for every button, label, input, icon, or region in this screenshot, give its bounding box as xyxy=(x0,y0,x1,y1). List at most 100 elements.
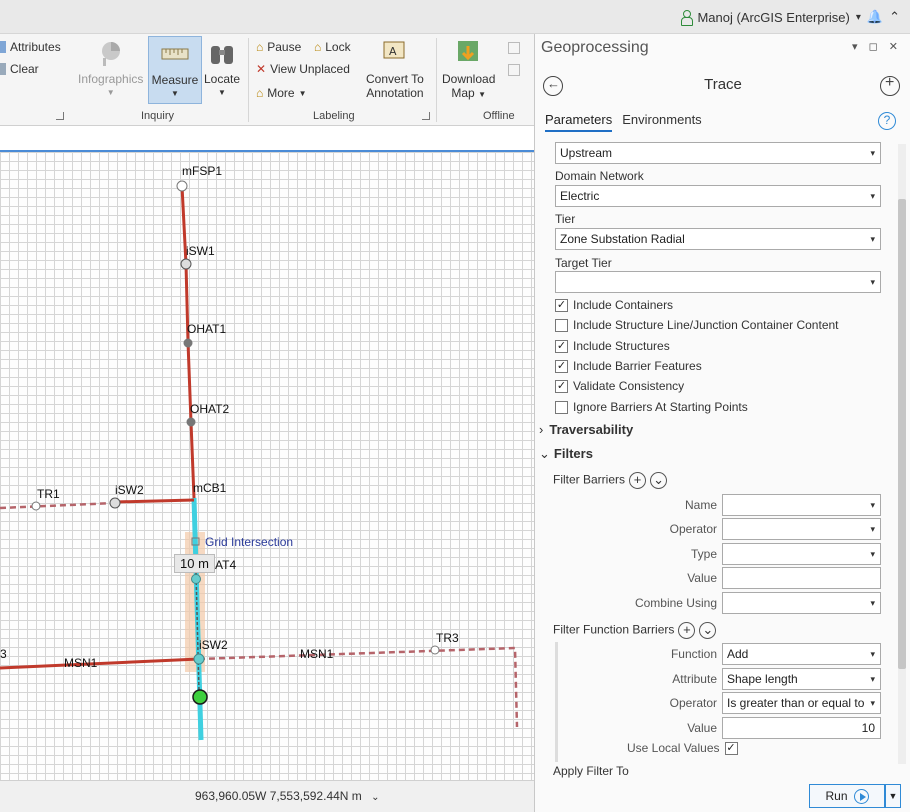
locate-button[interactable]: Locate ▼ xyxy=(204,38,240,100)
user-name[interactable]: Manoj (ArcGIS Enterprise) xyxy=(697,10,849,25)
indent-guide xyxy=(555,642,558,762)
checkbox-checked[interactable]: ✓ xyxy=(555,379,568,393)
include-structure-line-checkbox[interactable]: Include Structure Line/Junction Containe… xyxy=(555,318,839,332)
lock-label: Lock xyxy=(325,40,351,54)
chevron-down-icon: ▾ xyxy=(870,500,875,510)
add-tool-icon[interactable] xyxy=(880,74,900,96)
sync-icon[interactable] xyxy=(508,42,520,54)
include-barrier-features-checkbox[interactable]: ✓ Include Barrier Features xyxy=(555,359,702,373)
dashed-line-tr1 xyxy=(0,501,116,510)
pane-window-controls[interactable]: ▾ ◻ ✕ xyxy=(852,40,902,53)
coordinate-readout[interactable]: 963,960.05W 7,553,592.44N m ⌄ xyxy=(195,789,380,803)
chevron-down-icon: ▾ xyxy=(870,674,875,684)
ffb-operator-label: Operator xyxy=(669,696,717,710)
ffb-function-select[interactable]: Add ▾ xyxy=(722,643,881,665)
checkbox-checked[interactable]: ✓ xyxy=(555,359,568,373)
ignore-barriers-checkbox[interactable]: Ignore Barriers At Starting Points xyxy=(555,400,748,414)
ffb-value-input[interactable]: 10 xyxy=(722,717,881,739)
svg-text:A: A xyxy=(389,45,397,58)
target-tier-select[interactable]: ▾ xyxy=(555,271,881,293)
tab-bar: Parameters Environments xyxy=(545,112,702,132)
download-map-button[interactable]: Download Map ▼ xyxy=(442,38,495,102)
binoculars-icon xyxy=(211,46,234,64)
measure-button[interactable]: Measure ▼ xyxy=(148,36,202,104)
pause-label: Pause xyxy=(267,40,302,54)
fb-operator-label: Operator xyxy=(669,522,717,536)
checkbox-unchecked[interactable] xyxy=(555,318,568,332)
labeling-launcher-icon[interactable] xyxy=(422,112,430,120)
include-structures-checkbox[interactable]: ✓ Include Structures xyxy=(555,339,670,353)
validate-consistency-label: Validate Consistency xyxy=(573,379,685,393)
tier-select[interactable]: Zone Substation Radial ▾ xyxy=(555,228,881,250)
lock-button[interactable]: ⌂ Lock xyxy=(314,40,351,54)
tab-parameters[interactable]: Parameters xyxy=(545,112,613,132)
add-function-barrier-icon[interactable]: + xyxy=(678,622,696,639)
filters-section[interactable]: ⌄ Filters xyxy=(539,446,593,462)
checkbox-checked[interactable]: ✓ xyxy=(555,298,568,312)
user-area[interactable]: Manoj (ArcGIS Enterprise) ▾ 🔔 ⌃ xyxy=(681,9,900,26)
locate-label: Locate xyxy=(204,72,241,86)
label-ohat2: OHAT2 xyxy=(190,402,230,416)
fb-type-select[interactable]: ▾ xyxy=(722,543,881,565)
view-unplaced-button[interactable]: ✕ View Unplaced xyxy=(256,62,350,76)
infographics-icon xyxy=(101,42,120,66)
collapse-ribbon-icon[interactable]: ⌃ xyxy=(889,9,900,25)
user-caret-icon[interactable]: ▾ xyxy=(856,12,861,23)
tier-label: Tier xyxy=(555,212,576,226)
label-msn1-left: MSN1 xyxy=(64,656,98,670)
validate-consistency-checkbox[interactable]: ✓ Validate Consistency xyxy=(555,379,684,393)
ffb-operator-select[interactable]: Is greater than or equal to ▾ xyxy=(722,692,881,714)
run-options-dropdown[interactable]: ▼ xyxy=(885,784,901,808)
label-msn1-right: MSN1 xyxy=(300,647,334,661)
run-button[interactable]: Run xyxy=(809,784,885,808)
remove-offline-icon[interactable] xyxy=(508,64,520,76)
expand-function-barrier-icon[interactable]: ⌄ xyxy=(699,622,717,639)
chevron-down-icon: ▾ xyxy=(870,598,875,608)
download-label-2-wrap: Map ▼ xyxy=(451,86,486,102)
infographics-caret-icon: ▼ xyxy=(106,88,115,97)
add-filter-barrier-icon[interactable]: + xyxy=(629,472,647,489)
status-bar: 963,960.05W 7,553,592.44N m ⌄ xyxy=(0,780,534,812)
domain-network-select[interactable]: Electric ▾ xyxy=(555,185,881,207)
trace-direction-select[interactable]: Upstream ▾ xyxy=(555,142,881,164)
convert-to-annotation-button[interactable]: A Convert To Annotation xyxy=(366,38,424,100)
checkbox-checked[interactable]: ✓ xyxy=(724,741,738,755)
label-left-edge: 3 xyxy=(0,647,7,661)
ffb-attribute-select[interactable]: Shape length ▾ xyxy=(722,668,881,690)
notification-bell-icon[interactable]: 🔔 xyxy=(867,9,883,25)
chevron-down-icon: ▾ xyxy=(870,524,875,534)
include-containers-checkbox[interactable]: ✓ Include Containers xyxy=(555,298,673,312)
pause-button[interactable]: ⌂ Pause xyxy=(256,40,301,54)
include-structure-line-label: Include Structure Line/Junction Containe… xyxy=(573,318,839,332)
more-icon: ⌂ xyxy=(256,86,264,100)
coords-caret-icon[interactable]: ⌄ xyxy=(371,792,379,803)
locate-caret-icon: ▼ xyxy=(218,88,226,97)
fb-name-select[interactable]: ▾ xyxy=(722,494,881,516)
ffb-operator-value: Is greater than or equal to xyxy=(727,696,865,710)
expand-filter-barrier-icon[interactable]: ⌄ xyxy=(650,472,668,489)
traversability-section[interactable]: › Traversability xyxy=(539,422,633,437)
scrollbar-thumb[interactable] xyxy=(898,199,906,669)
clear-button[interactable]: Clear xyxy=(0,62,39,76)
label-tr3: TR3 xyxy=(436,631,459,645)
offline-group-label: Offline xyxy=(483,110,515,122)
attributes-button[interactable]: Attributes xyxy=(0,40,61,54)
fb-value-input[interactable] xyxy=(722,567,881,589)
fb-type-label: Type xyxy=(690,547,717,561)
lock-icon: ⌂ xyxy=(314,40,322,54)
use-local-values-checkbox[interactable]: Use Local Values ✓ xyxy=(627,741,738,755)
include-barrier-features-label: Include Barrier Features xyxy=(573,359,702,373)
infographics-button[interactable]: Infographics ▼ xyxy=(78,38,143,100)
map-view[interactable]: mFSP1 iSW1 OHAT1 OHAT2 mCB1 TR1 iSW2 Gri… xyxy=(0,152,534,780)
fb-operator-select[interactable]: ▾ xyxy=(722,518,881,540)
dialog-launcher-icon[interactable] xyxy=(56,112,64,120)
checkbox-unchecked[interactable] xyxy=(555,400,568,414)
more-button[interactable]: ⌂ More ▼ xyxy=(256,86,307,100)
fb-value-label: Value xyxy=(687,571,717,585)
checkbox-checked[interactable]: ✓ xyxy=(555,339,568,353)
tab-environments[interactable]: Environments xyxy=(622,112,701,132)
infographics-label: Infographics xyxy=(78,72,144,86)
more-caret-icon: ▼ xyxy=(298,88,307,98)
fb-combine-select[interactable]: ▾ xyxy=(722,592,881,614)
help-icon[interactable]: ? xyxy=(878,112,896,130)
